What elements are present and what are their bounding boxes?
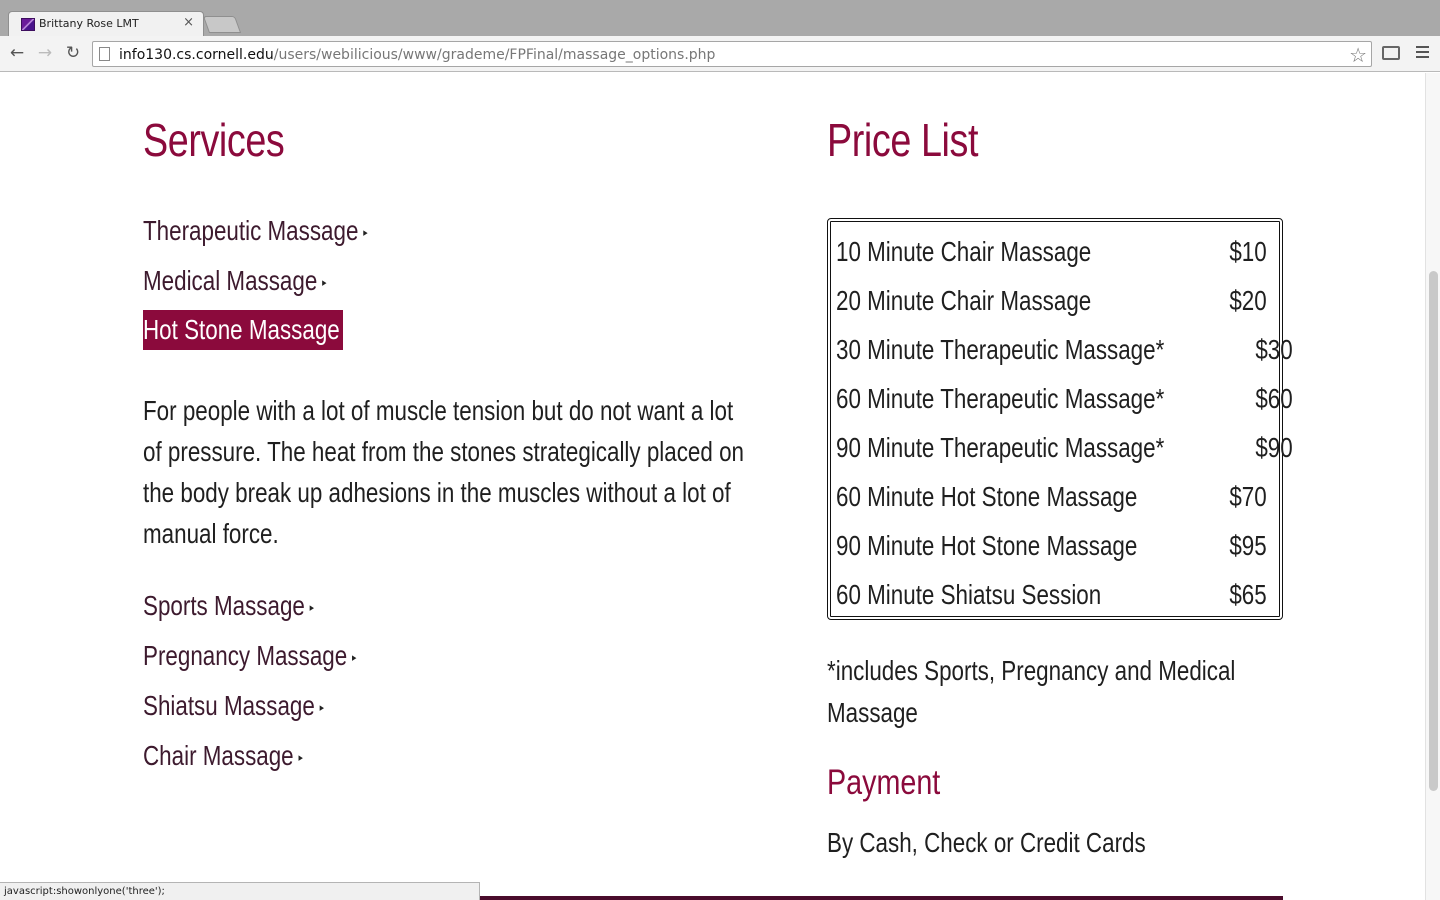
browser-tab[interactable]: Brittany Rose LMT ×: [8, 11, 204, 36]
price-row: 90 Minute Hot Stone Massage $95: [836, 529, 1267, 561]
page-icon: [99, 47, 110, 61]
new-tab-button[interactable]: [202, 16, 242, 33]
cast-icon[interactable]: [1382, 46, 1400, 60]
url-text[interactable]: info130.cs.cornell.edu/users/webilicious…: [119, 47, 715, 63]
site-favicon-icon: [21, 18, 35, 31]
hot-stone-description: For people with a lot of muscle tension …: [143, 395, 744, 549]
tab-close-icon[interactable]: ×: [183, 15, 194, 31]
service-link-shiatsu[interactable]: Shiatsu Massage ▸: [143, 686, 369, 726]
price-row: 10 Minute Chair Massage $10: [836, 235, 1267, 267]
price-row: 30 Minute Therapeutic Massage* $30: [836, 333, 1294, 365]
expand-arrow-icon: ▸: [352, 651, 357, 664]
bookmark-star-icon[interactable]: ☆: [1349, 43, 1367, 67]
tab-strip: Brittany Rose LMT ×: [0, 0, 1440, 36]
payment-methods: By Cash, Check or Credit Cards: [827, 827, 1146, 858]
status-bar: javascript:showonlyone('three');: [0, 882, 480, 900]
scrollbar-thumb[interactable]: [1429, 271, 1438, 791]
expand-arrow-icon: ▸: [363, 226, 368, 239]
expand-arrow-icon: ▸: [344, 325, 349, 338]
payment-heading: Payment: [827, 763, 941, 802]
back-arrow-icon[interactable]: ←: [7, 43, 27, 63]
service-link-hot-stone[interactable]: Hot Stone Massage ▸: [143, 310, 349, 350]
address-bar[interactable]: info130.cs.cornell.edu/users/webilicious…: [92, 41, 1372, 67]
service-link-chair[interactable]: Chair Massage ▸: [143, 736, 343, 776]
price-row: 20 Minute Chair Massage $20: [836, 284, 1267, 316]
price-footnote: *includes Sports, Pregnancy and Medical …: [827, 655, 1236, 728]
expand-arrow-icon: ▸: [298, 751, 303, 764]
page-content: Services Price List Therapeutic Massage ▸…: [0, 73, 1425, 900]
service-link-sports[interactable]: Sports Massage ▸: [143, 586, 357, 626]
expand-arrow-icon: ▸: [319, 701, 325, 714]
tab-title: Brittany Rose LMT: [39, 17, 139, 30]
reload-icon[interactable]: ↻: [63, 43, 83, 63]
forward-arrow-icon[interactable]: →: [35, 43, 55, 63]
service-link-pregnancy[interactable]: Pregnancy Massage ▸: [143, 636, 410, 676]
vertical-scrollbar[interactable]: [1425, 73, 1440, 900]
price-row: 90 Minute Therapeutic Massage* $90: [836, 431, 1294, 463]
footer-divider: [480, 896, 1283, 900]
price-row: 60 Minute Hot Stone Massage $70: [836, 480, 1267, 512]
expand-arrow-icon: ▸: [309, 601, 315, 614]
menu-icon[interactable]: [1416, 46, 1429, 59]
browser-toolbar: ← → ↻ info130.cs.cornell.edu/users/webil…: [0, 36, 1440, 72]
price-row: 60 Minute Shiatsu Session $65: [836, 578, 1267, 610]
services-heading: Services: [143, 114, 285, 166]
price-row: 60 Minute Therapeutic Massage* $60: [836, 382, 1294, 414]
service-link-therapeutic[interactable]: Therapeutic Massage ▸: [143, 211, 424, 251]
price-table: 10 Minute Chair Massage $10 20 Minute Cha…: [827, 218, 1294, 620]
expand-arrow-icon: ▸: [322, 276, 327, 289]
service-link-medical[interactable]: Medical Massage ▸: [143, 261, 372, 301]
price-list-heading: Price List: [827, 114, 979, 166]
